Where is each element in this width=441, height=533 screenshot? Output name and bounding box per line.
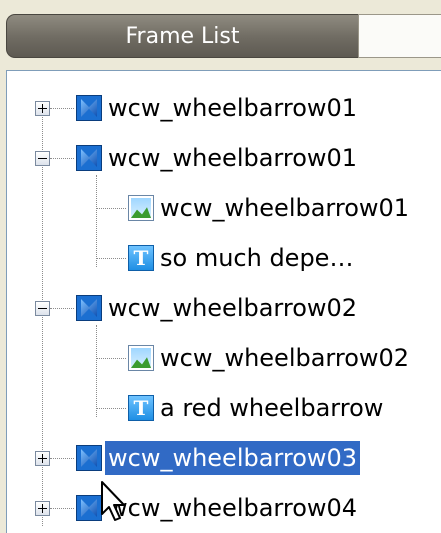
tree-item-label: so much depe… <box>160 244 354 272</box>
tree-item[interactable]: so much depe… <box>157 239 356 277</box>
video-clip-icon <box>76 495 102 521</box>
tree-item-label: wcw_wheelbarrow01 <box>160 194 410 222</box>
tree-connector-line <box>50 458 74 459</box>
frame-list-tabbar: Frame List <box>6 14 441 60</box>
tree-item[interactable]: wcw_wheelbarrow02 <box>105 289 360 327</box>
tree-item[interactable]: wcw_wheelbarrow02 <box>157 339 412 377</box>
tree-item-label: wcw_wheelbarrow01 <box>108 144 358 172</box>
expand-toggle[interactable] <box>35 501 50 516</box>
tree-connector-line <box>50 508 74 509</box>
tree-item-label: wcw_wheelbarrow04 <box>108 494 358 522</box>
video-clip-icon <box>76 295 102 321</box>
tree-item[interactable]: wcw_wheelbarrow01 <box>157 189 412 227</box>
text-icon: T <box>128 395 154 421</box>
tree-connector-line <box>96 258 126 259</box>
tree-item[interactable]: a red wheelbarrow <box>157 389 386 427</box>
tree-connector-line <box>50 108 74 109</box>
video-clip-icon <box>76 145 102 171</box>
mouse-cursor-icon <box>101 481 125 521</box>
video-clip-icon <box>76 445 102 471</box>
tree-item[interactable]: wcw_wheelbarrow01 <box>105 139 360 177</box>
video-clip-icon <box>76 95 102 121</box>
frame-list-tree[interactable]: wcw_wheelbarrow01 wcw_wheelbarrow01 wcw_… <box>6 70 441 533</box>
tree-connector-line <box>96 325 97 417</box>
image-icon <box>128 345 154 371</box>
tree-connector-line <box>96 358 126 359</box>
tree-item-label: a red wheelbarrow <box>160 394 384 422</box>
tree-item-label: wcw_wheelbarrow02 <box>160 344 410 372</box>
tree-connector-line <box>50 308 74 309</box>
tree-item-label: wcw_wheelbarrow01 <box>108 94 358 122</box>
text-icon: T <box>128 245 154 271</box>
tree-item[interactable]: wcw_wheelbarrow01 <box>105 89 360 127</box>
image-icon <box>128 195 154 221</box>
tab-frame-list[interactable]: Frame List <box>6 14 358 58</box>
expand-toggle[interactable] <box>35 451 50 466</box>
tree-item-label: wcw_wheelbarrow02 <box>108 294 358 322</box>
tree-item[interactable]: wcw_wheelbarrow04 <box>105 489 360 527</box>
tree-connector-line <box>96 408 126 409</box>
tree-item-selected[interactable]: wcw_wheelbarrow03 <box>105 439 361 477</box>
collapse-toggle[interactable] <box>35 301 50 316</box>
tab-next[interactable] <box>358 14 441 58</box>
tree-connector-line <box>96 208 126 209</box>
collapse-toggle[interactable] <box>35 151 50 166</box>
tree-connector-line <box>50 158 74 159</box>
tree-connector-line <box>96 175 97 267</box>
expand-toggle[interactable] <box>35 101 50 116</box>
tree-item-label: wcw_wheelbarrow03 <box>105 441 361 475</box>
